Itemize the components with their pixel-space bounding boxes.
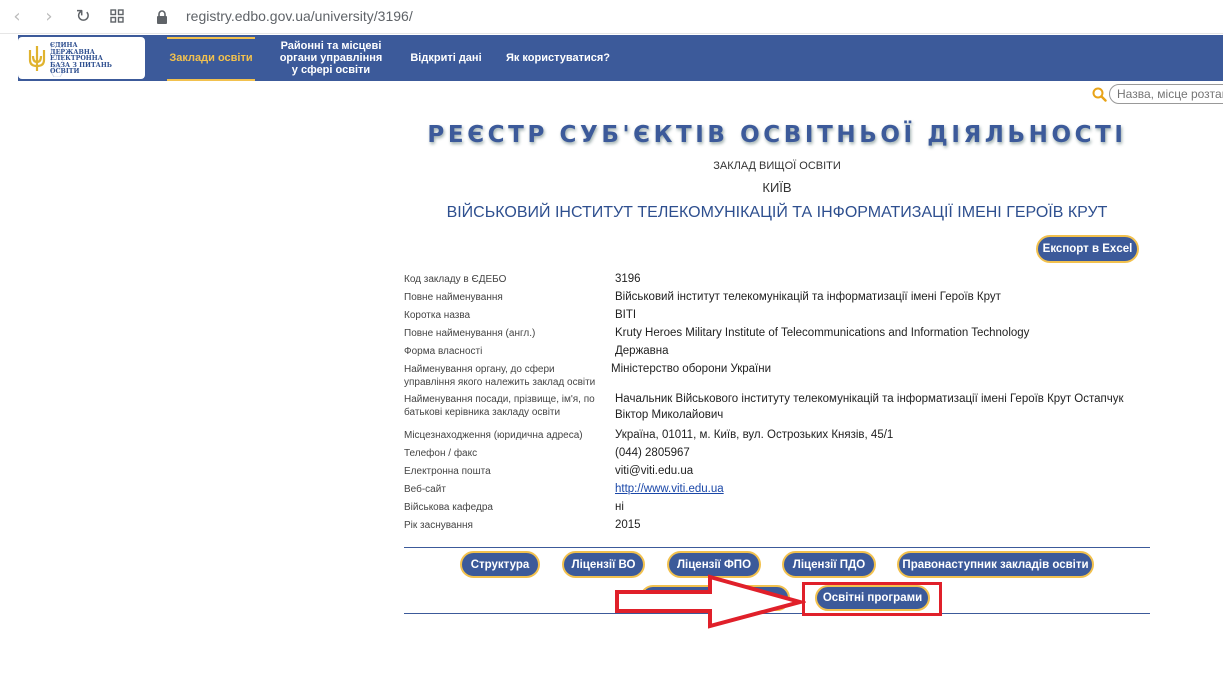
info-row: Найменування органу, до сфери управління… bbox=[404, 361, 1150, 391]
info-value: Державна bbox=[615, 345, 669, 357]
page-title: РЕЄСТР СУБ'ЄКТІВ ОСВІТНЬОЇ ДІЯЛЬНОСТІ bbox=[427, 122, 1127, 148]
info-row: Повне найменування Військовий інститут т… bbox=[404, 289, 1150, 307]
info-row: Військова кафедра ні bbox=[404, 499, 1150, 517]
info-key: Військова кафедра bbox=[404, 502, 493, 513]
info-value: Начальник Військового інституту телекому… bbox=[615, 393, 1124, 421]
nav-item-how-to-use[interactable]: Як користуватися? bbox=[502, 35, 614, 81]
nav-item-local-authorities[interactable]: Районні та місцеві органи управління у с… bbox=[268, 35, 394, 81]
lock-icon[interactable] bbox=[156, 9, 168, 28]
info-value: 3196 bbox=[615, 273, 641, 285]
info-row: Повне найменування (англ.) Kruty Heroes … bbox=[404, 325, 1150, 343]
apps-grid-icon[interactable] bbox=[106, 5, 128, 27]
site-logo[interactable]: ЄДИНА ДЕРЖАВНА ЕЛЕКТРОННА БАЗА З ПИТАНЬ … bbox=[18, 37, 145, 79]
info-row: Веб-сайт http://www.viti.edu.ua bbox=[404, 481, 1150, 499]
info-row: Рік заснування 2015 bbox=[404, 517, 1150, 535]
back-icon[interactable]: ‹ bbox=[6, 6, 28, 28]
browser-toolbar: ‹ › ↻ registry.edbo.gov.ua/university/31… bbox=[0, 0, 1223, 34]
forward-icon[interactable]: › bbox=[38, 6, 60, 28]
info-value: viti@viti.edu.ua bbox=[615, 465, 694, 477]
info-row: Найменування посади, прізвище, ім'я, по … bbox=[404, 391, 1150, 427]
info-key: Телефон / факс bbox=[404, 448, 478, 459]
info-key: Форма власності bbox=[404, 346, 483, 357]
website-link[interactable]: http://www.viti.edu.ua bbox=[615, 481, 1150, 499]
info-key: Електронна пошта bbox=[404, 466, 491, 477]
info-row: Код закладу в ЄДЕБО 3196 bbox=[404, 271, 1150, 289]
institution-city: КИЇВ bbox=[762, 180, 792, 195]
info-key: Коротка назва bbox=[404, 310, 471, 321]
info-key: Повне найменування bbox=[404, 292, 503, 303]
info-key: Повне найменування (англ.) bbox=[404, 328, 536, 339]
address-bar[interactable]: registry.edbo.gov.ua/university/3196/ bbox=[186, 8, 413, 24]
info-value: ВІТІ bbox=[615, 309, 637, 321]
annotation-highlight-box bbox=[802, 582, 942, 616]
search-input[interactable] bbox=[1109, 84, 1223, 104]
nav-item-institutions[interactable]: Заклади освіти bbox=[167, 35, 255, 81]
info-value: (044) 2805967 bbox=[615, 447, 690, 459]
info-key: Код закладу в ЄДЕБО bbox=[404, 274, 507, 285]
site-header: ЄДИНА ДЕРЖАВНА ЕЛЕКТРОННА БАЗА З ПИТАНЬ … bbox=[18, 35, 1223, 81]
nav-item-open-data[interactable]: Відкриті дані bbox=[404, 35, 488, 81]
info-row: Форма власності Державна bbox=[404, 343, 1150, 361]
structure-button[interactable]: Структура bbox=[460, 551, 540, 578]
institution-name: ВІЙСЬКОВИЙ ІНСТИТУТ ТЕЛЕКОМУНІКАЦІЙ ТА І… bbox=[446, 204, 1108, 221]
info-key: Найменування посади, прізвище, ім'я, по … bbox=[404, 394, 595, 418]
info-value: Kruty Heroes Military Institute of Telec… bbox=[615, 327, 1030, 339]
trident-icon bbox=[28, 46, 46, 71]
successor-button[interactable]: Правонаступник закладів освіти bbox=[897, 551, 1094, 578]
info-key: Рік заснування bbox=[404, 520, 473, 531]
info-row: Коротка назва ВІТІ bbox=[404, 307, 1150, 325]
search-icon[interactable] bbox=[1092, 87, 1107, 106]
info-value: Міністерство оборони України bbox=[611, 363, 772, 375]
info-value: Військовий інститут телекомунікацій та і… bbox=[615, 291, 1001, 303]
institution-info-table: Код закладу в ЄДЕБО 3196 Повне найменува… bbox=[404, 271, 1150, 535]
info-value: 2015 bbox=[615, 519, 641, 531]
institution-type: ЗАКЛАД ВИЩОЇ ОСВІТИ bbox=[713, 160, 841, 172]
logo-text: ЄДИНА ДЕРЖАВНА ЕЛЕКТРОННА БАЗА З ПИТАНЬ … bbox=[50, 42, 112, 76]
info-key: Веб-сайт bbox=[404, 484, 446, 495]
info-key: Найменування органу, до сфери управління… bbox=[404, 364, 596, 388]
divider bbox=[404, 547, 1150, 548]
info-row: Телефон / факс (044) 2805967 bbox=[404, 445, 1150, 463]
reload-icon[interactable]: ↻ bbox=[72, 6, 94, 28]
export-excel-button[interactable]: Експорт в Excel bbox=[1036, 235, 1139, 263]
info-value: ні bbox=[615, 501, 624, 513]
annotation-arrow-icon bbox=[615, 574, 806, 629]
info-row: Електронна пошта viti@viti.edu.ua bbox=[404, 463, 1150, 481]
info-key: Місцезнаходження (юридична адреса) bbox=[404, 430, 583, 441]
info-value: Україна, 01011, м. Київ, вул. Острозьких… bbox=[615, 429, 894, 441]
info-row: Місцезнаходження (юридична адреса) Украї… bbox=[404, 427, 1150, 445]
